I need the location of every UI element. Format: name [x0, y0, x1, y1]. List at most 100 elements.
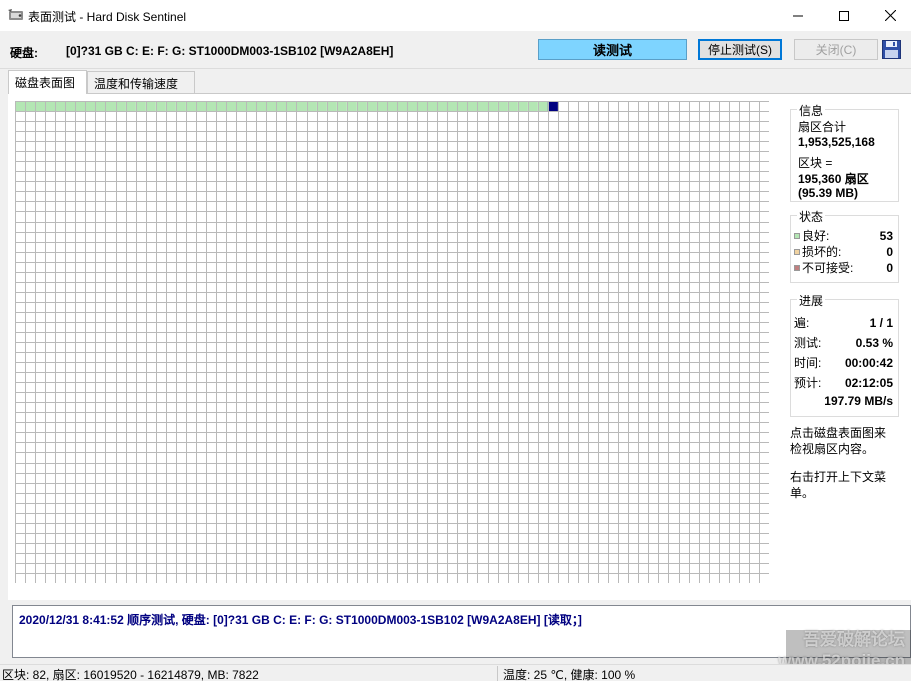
block-sectors: 195,360 扇区 [798, 170, 869, 187]
tested-value: 0.53 % [855, 335, 893, 350]
tested-row: 测试: 0.53 % [794, 334, 893, 351]
tested-block[interactable] [447, 101, 458, 112]
tested-block[interactable] [286, 101, 297, 112]
tested-block[interactable] [45, 101, 56, 112]
tested-block[interactable] [266, 101, 277, 112]
status-row-bad: 损坏的: 0 [794, 243, 893, 260]
right-click-line-1: 右击打开上下文菜 [790, 470, 887, 484]
speed-value: 197.79 MB/s [824, 394, 893, 408]
title-bar: 表面测试 - Hard Disk Sentinel [0, 0, 911, 31]
tested-block[interactable] [386, 101, 398, 112]
tested-block[interactable] [487, 101, 498, 112]
hdd-sentinel-icon [8, 9, 23, 20]
block-size: (95.39 MB) [798, 186, 859, 200]
close-button[interactable]: 关闭(C) [794, 39, 878, 60]
log-entry: 2020/12/31 8:41:52 顺序测试, 硬盘: [0]?31 GB C… [19, 613, 582, 627]
tested-block[interactable] [457, 101, 468, 112]
tested-block[interactable] [306, 101, 317, 112]
tested-block[interactable] [467, 101, 478, 112]
tested-block[interactable] [376, 101, 387, 112]
tested-block[interactable] [95, 101, 106, 112]
tested-label: 测试: [794, 336, 822, 350]
tested-block[interactable] [316, 101, 327, 112]
tested-block[interactable] [206, 101, 217, 112]
status-row-good: 良好: 53 [794, 227, 893, 244]
log-box[interactable]: 2020/12/31 8:41:52 顺序测试, 硬盘: [0]?31 GB C… [12, 605, 911, 658]
disk-label: 硬盘: [10, 46, 38, 60]
tested-block[interactable] [256, 101, 267, 112]
tested-block[interactable] [346, 101, 357, 112]
good-swatch [794, 232, 800, 239]
tested-block[interactable] [125, 101, 136, 112]
tested-block[interactable] [246, 101, 257, 112]
surface-map[interactable] [15, 101, 769, 583]
tab-surface-map[interactable]: 磁盘表面图 [8, 70, 87, 94]
tested-block[interactable] [326, 101, 337, 112]
tested-block[interactable] [165, 101, 176, 112]
tested-block[interactable] [417, 101, 428, 112]
block-sectors-value: 195,360 [798, 172, 842, 186]
minimize-button[interactable] [775, 0, 821, 31]
tested-block[interactable] [75, 101, 86, 112]
temperature-health: 温度: 25 ℃, 健康: 100 % [503, 668, 636, 681]
status-row-unacceptable: 不可接受: 0 [794, 259, 893, 276]
tested-block[interactable] [356, 101, 367, 112]
stop-test-button[interactable]: 停止测试(S) [698, 39, 782, 60]
tested-block[interactable] [507, 101, 518, 112]
tested-block[interactable] [85, 101, 96, 112]
maximize-button[interactable] [821, 0, 867, 31]
close-window-button[interactable] [867, 0, 911, 31]
disk-toolbar: 硬盘: [0]?31 GB C: E: F: G: ST1000DM003-1S… [0, 31, 911, 69]
tested-block[interactable] [175, 101, 186, 112]
tested-block[interactable] [145, 101, 156, 112]
tested-block[interactable] [55, 101, 66, 112]
eta-value: 02:12:05 [844, 375, 893, 390]
tested-block[interactable] [35, 101, 46, 112]
block-sectors-unit: 扇区 [844, 172, 869, 186]
tested-block[interactable] [135, 101, 146, 112]
tested-block[interactable] [195, 101, 207, 112]
tested-block[interactable] [497, 101, 508, 112]
watermark-line-1: 吾爱破解论坛 [803, 630, 905, 649]
tested-block[interactable] [15, 101, 26, 112]
tested-block[interactable] [226, 101, 237, 112]
tested-block[interactable] [427, 101, 438, 112]
tested-block[interactable] [276, 101, 287, 112]
right-click-line-2: 单。 [790, 486, 815, 500]
save-icon[interactable] [882, 40, 901, 59]
status-good-label: 良好: [802, 229, 830, 243]
tested-block[interactable] [25, 101, 36, 112]
status-bad-value: 0 [886, 244, 893, 259]
info-title: 信息 [797, 102, 826, 119]
progress-group: 进展 遍: 1 / 1 测试: 0.53 % 时间: 00:00:42 预计: … [790, 292, 899, 417]
tab-temperature-speed[interactable]: 温度和传输速度 [87, 71, 195, 93]
status-unacceptable-value: 0 [886, 260, 893, 275]
tested-block[interactable] [437, 101, 448, 112]
speed-row: 197.79 MB/s [794, 394, 893, 408]
tested-block[interactable] [477, 101, 488, 112]
tested-block[interactable] [216, 101, 227, 112]
tested-block[interactable] [236, 101, 247, 112]
test-mode-indicator: 读测试 [538, 39, 687, 60]
tested-block[interactable] [185, 101, 196, 112]
block-info: 区块: 82, 扇区: 16019520 - 16214879, MB: 782… [2, 668, 259, 681]
tested-block[interactable] [296, 101, 307, 112]
tested-block[interactable] [105, 101, 116, 112]
tested-block[interactable] [115, 101, 126, 112]
tested-block[interactable] [527, 101, 538, 112]
current-block[interactable] [547, 101, 558, 112]
tested-block[interactable] [517, 101, 528, 112]
tested-block[interactable] [397, 101, 408, 112]
progress-title: 进展 [797, 292, 826, 309]
tested-block[interactable] [336, 101, 347, 112]
tested-block[interactable] [65, 101, 76, 112]
window-title: 表面测试 - Hard Disk Sentinel [28, 10, 187, 24]
tested-block[interactable] [407, 101, 418, 112]
click-hint-line-2: 检视扇区内容。 [790, 442, 875, 456]
pass-value: 1 / 1 [869, 315, 893, 330]
surface-grid[interactable] [15, 101, 769, 583]
tested-block[interactable] [155, 101, 166, 112]
tested-block[interactable] [366, 101, 377, 112]
statusbar-separator [497, 666, 498, 681]
tested-block[interactable] [537, 101, 548, 112]
